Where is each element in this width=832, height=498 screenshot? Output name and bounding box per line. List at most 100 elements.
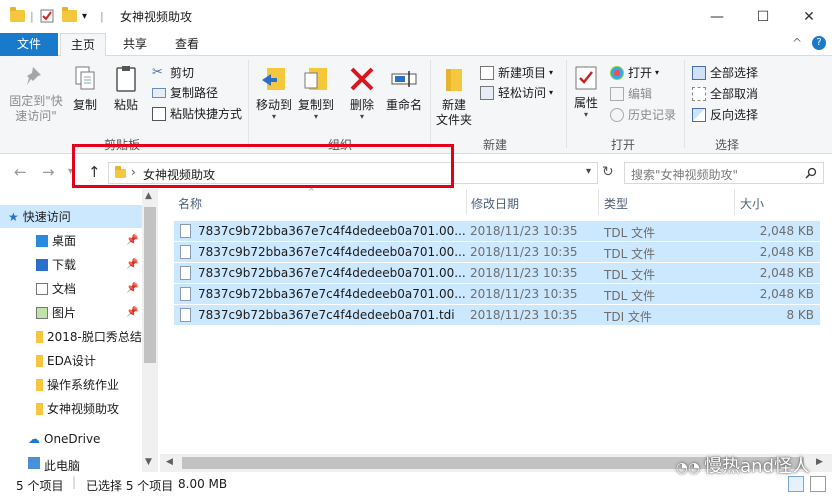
- new-folder-button[interactable]: 新建 文件夹: [434, 64, 474, 128]
- details-view-icon[interactable]: [788, 476, 804, 492]
- paste-icon: [116, 66, 136, 92]
- maximize-button[interactable]: ☐: [740, 0, 786, 33]
- file-name: 7837c9b72bba367e7c4f4dedeeb0a701.00...: [198, 266, 466, 280]
- file-size: 8 KB: [786, 308, 814, 322]
- easy-access-label: 轻松访问: [498, 86, 547, 100]
- scroll-right-arrow-icon[interactable]: ▶: [816, 457, 823, 467]
- tab-home[interactable]: 主页: [60, 33, 106, 57]
- open-button[interactable]: 打开 ▾: [610, 64, 659, 81]
- new-folder-icon: [446, 69, 462, 91]
- nav-item-talkshow[interactable]: 2018-脱口秀总结: [0, 325, 142, 348]
- back-arrow-icon[interactable]: ←: [14, 163, 27, 181]
- select-none-button[interactable]: 全部取消: [692, 85, 758, 102]
- copy-button[interactable]: 复制: [70, 64, 100, 113]
- paste-button[interactable]: 粘贴: [110, 64, 142, 113]
- column-header-size[interactable]: 大小: [740, 195, 764, 212]
- nav-quick-access-label: 快速访问: [22, 210, 71, 224]
- file-name: 7837c9b72bba367e7c4f4dedeeb0a701.tdi: [198, 308, 455, 322]
- nav-item-documents[interactable]: 文档 📌: [0, 277, 142, 300]
- watermark-label: 慢热and怪人: [704, 456, 810, 477]
- group-separator: [248, 60, 249, 148]
- search-input[interactable]: 搜索"女神视频助攻": [624, 162, 824, 184]
- nav-item-label: 下载: [52, 258, 77, 272]
- table-row[interactable]: 7837c9b72bba367e7c4f4dedeeb0a701.tdi 201…: [174, 305, 820, 326]
- scroll-left-arrow-icon[interactable]: ◀: [166, 457, 173, 467]
- nav-onedrive[interactable]: ☁ OneDrive: [0, 427, 142, 450]
- rename-button[interactable]: 重命名: [384, 64, 424, 113]
- table-row[interactable]: 7837c9b72bba367e7c4f4dedeeb0a701.00... 2…: [174, 242, 820, 263]
- nav-item-downloads[interactable]: 下载 📌: [0, 253, 142, 276]
- easy-access-button[interactable]: 轻松访问 ▾: [480, 84, 553, 101]
- help-icon[interactable]: ?: [812, 36, 826, 50]
- scroll-up-arrow-icon[interactable]: ▲: [145, 191, 152, 201]
- rename-label: 重命名: [385, 98, 422, 112]
- address-dropdown-chevron-icon[interactable]: ▾: [586, 166, 591, 177]
- nav-item-os-homework[interactable]: 操作系统作业: [0, 373, 142, 396]
- tab-view[interactable]: 查看: [164, 33, 210, 56]
- nav-scroll-thumb[interactable]: [144, 207, 156, 363]
- close-button[interactable]: ✕: [786, 0, 832, 33]
- new-folder-label: 新建 文件夹: [435, 98, 472, 127]
- column-header-modified[interactable]: 修改日期: [471, 195, 519, 212]
- edit-label: 编辑: [628, 87, 653, 101]
- nav-this-pc[interactable]: 此电脑: [0, 457, 142, 472]
- tab-share[interactable]: 共享: [112, 33, 158, 56]
- group-separator: [566, 60, 567, 148]
- paste-shortcut-button[interactable]: 粘贴快捷方式: [152, 105, 242, 122]
- table-row[interactable]: 7837c9b72bba367e7c4f4dedeeb0a701.00... 2…: [174, 221, 820, 242]
- new-item-button[interactable]: 新建项目 ▾: [480, 64, 553, 81]
- nav-item-pictures[interactable]: 图片 📌: [0, 301, 142, 324]
- invert-selection-button[interactable]: 反向选择: [692, 106, 758, 123]
- nav-item-goddess-video[interactable]: 女神视频助攻: [0, 397, 142, 420]
- new-item-label: 新建项目: [498, 66, 547, 80]
- table-row[interactable]: 7837c9b72bba367e7c4f4dedeeb0a701.00... 2…: [174, 284, 820, 305]
- copy-to-button[interactable]: 复制到 ▾: [296, 64, 336, 121]
- path-icon: [152, 87, 166, 98]
- nav-item-eda[interactable]: EDA设计: [0, 349, 142, 372]
- copy-path-button[interactable]: 复制路径: [152, 84, 218, 101]
- navigation-pane: ★ 快速访问 桌面 📌 下载 📌 文档 📌 图片 📌 2018-脱口秀总结 EDA设计 …: [0, 189, 158, 472]
- highlight-annotation-box: [72, 144, 454, 188]
- column-divider[interactable]: [598, 189, 599, 215]
- large-icons-view-icon[interactable]: [810, 476, 826, 492]
- new-folder-quick-icon[interactable]: [62, 7, 77, 24]
- properties-button[interactable]: 属性 ▾: [570, 64, 602, 119]
- delete-button[interactable]: 删除 ▾: [346, 64, 378, 121]
- nav-quick-access[interactable]: ★ 快速访问: [0, 205, 142, 228]
- edit-button[interactable]: 编辑: [610, 85, 652, 102]
- move-to-button[interactable]: 移动到 ▾: [254, 64, 294, 121]
- column-header-name[interactable]: 名称: [178, 195, 202, 212]
- rename-icon: [391, 71, 417, 87]
- file-size: 2,048 KB: [759, 245, 814, 259]
- collapse-ribbon-icon[interactable]: ^: [792, 36, 802, 50]
- pin-quick-access-button[interactable]: 固定到"快速访问": [4, 64, 68, 124]
- nav-scrollbar[interactable]: ▲ ▼: [142, 189, 158, 472]
- properties-icon: [575, 66, 597, 90]
- pin-icon: [27, 67, 41, 85]
- select-none-icon: [692, 86, 706, 101]
- tab-file[interactable]: 文件: [0, 33, 58, 56]
- minimize-button[interactable]: —: [694, 0, 740, 33]
- forward-arrow-icon[interactable]: →: [42, 163, 55, 181]
- move-to-label: 移动到: [255, 98, 292, 112]
- file-type: TDL 文件: [604, 268, 656, 282]
- refresh-icon[interactable]: ↻: [602, 164, 614, 180]
- file-type: TDI 文件: [604, 310, 652, 324]
- nav-item-label: 2018-脱口秀总结: [47, 330, 142, 344]
- column-header-type[interactable]: 类型: [604, 195, 628, 212]
- column-divider[interactable]: [734, 189, 735, 215]
- column-divider[interactable]: [466, 189, 467, 215]
- computer-icon: [28, 457, 40, 469]
- table-row[interactable]: 7837c9b72bba367e7c4f4dedeeb0a701.00... 2…: [174, 263, 820, 284]
- properties-quick-icon[interactable]: [40, 8, 54, 24]
- status-selected-count: 已选择 5 个项目: [86, 479, 174, 493]
- customize-quick-access-icon[interactable]: ▾: [82, 8, 87, 24]
- search-icon: [805, 167, 817, 179]
- file-icon: [180, 224, 191, 238]
- history-button[interactable]: 历史记录: [610, 106, 676, 123]
- nav-item-desktop[interactable]: 桌面 📌: [0, 229, 142, 252]
- cloud-icon: ☁: [28, 431, 40, 446]
- scroll-down-arrow-icon[interactable]: ▼: [145, 457, 152, 467]
- cut-button[interactable]: ✂ 剪切: [152, 64, 194, 81]
- select-all-button[interactable]: 全部选择: [692, 64, 758, 81]
